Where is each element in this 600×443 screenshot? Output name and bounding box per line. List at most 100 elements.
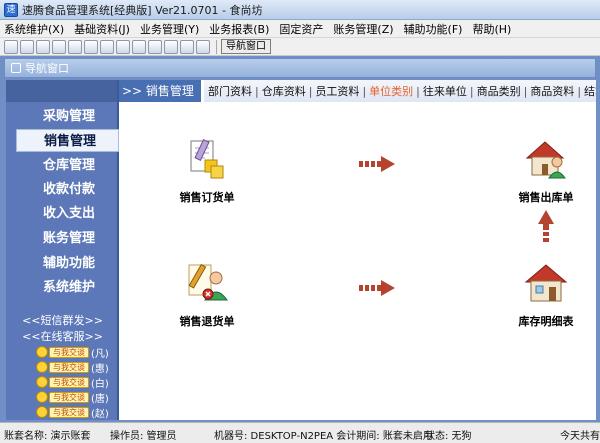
card-icon[interactable] (132, 39, 146, 54)
nav-item-auxiliary[interactable]: 辅助功能 (16, 252, 119, 275)
status-operator: 操作员: 管理员 (110, 431, 177, 442)
sales-order-icon (190, 139, 224, 179)
link-separator: | (362, 84, 367, 98)
section-title: >> 销售管理 (119, 80, 201, 102)
nav-item-purchase[interactable]: 采购管理 (16, 105, 119, 128)
qq-icon (36, 391, 48, 403)
subwindow-title-bar: 导航窗口 (4, 58, 596, 78)
nav-item-accounting[interactable]: 账务管理 (16, 227, 119, 250)
link-separator: | (577, 84, 582, 98)
sales-return-label: 销售退货单 (179, 315, 235, 328)
qq-icon (36, 346, 48, 358)
quick-links-bar: 部门资料 | 仓库资料 | 员工资料 | 单位类别 | 往来单位 | 商品类别 … (204, 80, 596, 102)
warehouse-icon (524, 264, 568, 302)
users-icon[interactable] (84, 39, 98, 54)
nav-item-warehouse[interactable]: 仓库管理 (16, 154, 119, 177)
nav-item-system[interactable]: 系统维护 (16, 276, 119, 299)
menu-accounting[interactable]: 账务管理(Z) (333, 21, 393, 37)
menu-business-reports[interactable]: 业务报表(B) (209, 21, 269, 37)
menu-basic-data[interactable]: 基础资料(J) (74, 21, 130, 37)
qq-icon (36, 376, 48, 388)
document-icon[interactable] (52, 39, 66, 54)
link-separator: | (469, 84, 474, 98)
link-separator: | (308, 84, 313, 98)
link-product-category[interactable]: 商品类别 (477, 83, 521, 99)
link-unit-category[interactable]: 单位类别 (369, 83, 413, 99)
chat-badge: 与我交谈 (49, 361, 89, 373)
link-warehouse[interactable]: 仓库资料 (262, 83, 306, 99)
nav-item-income-expense[interactable]: 收入支出 (16, 202, 119, 225)
window-icon (11, 63, 21, 73)
title-bar: 速 速腾食品管理系统[经典版] Ver21.0701 - 食尚坊 (0, 0, 600, 20)
online-service-link[interactable]: <<在线客服>> (6, 328, 119, 344)
menu-bar: 系统维护(X) 基础资料(J) 业务管理(Y) 业务报表(B) 固定资产 账务管… (0, 20, 600, 38)
sales-outbound-label: 销售出库单 (518, 191, 574, 204)
window-title: 速腾食品管理系统[经典版] Ver21.0701 - 食尚坊 (22, 3, 263, 17)
inventory-detail-function[interactable]: 库存明细表 (509, 262, 583, 329)
agent-name: (唐) (91, 393, 109, 405)
nav-header-strip (6, 80, 117, 102)
calculator-icon[interactable] (100, 39, 114, 54)
link-department[interactable]: 部门资料 (208, 83, 252, 99)
subwindow-title: 导航窗口 (25, 62, 69, 75)
link-product-data[interactable]: 商品资料 (530, 83, 574, 99)
status-bar: 账套名称: 演示账套 操作员: 管理员 机器号: DESKTOP-N2PEA 会… (0, 422, 600, 443)
sales-outbound-function[interactable]: 销售出库单 (509, 138, 583, 205)
nav-item-sales[interactable]: 销售管理 (16, 129, 119, 152)
menu-business-management[interactable]: 业务管理(Y) (140, 21, 199, 37)
inventory-detail-label: 库存明细表 (518, 315, 574, 328)
main-content: >> 销售管理 部门资料 | 仓库资料 | 员工资料 | 单位类别 | 往来单位… (119, 80, 596, 420)
window-icon[interactable] (36, 39, 50, 54)
service-agent-row[interactable]: 与我交谈 (惠) (36, 360, 109, 375)
sms-broadcast-link[interactable]: <<短信群发>> (6, 312, 119, 328)
link-settlement[interactable]: 结算方式 (584, 83, 596, 99)
list-icon[interactable] (20, 39, 34, 54)
service-agent-row[interactable]: 与我交谈 (白) (36, 375, 109, 390)
agent-name: (凡) (91, 348, 109, 360)
status-state: 状态: 无狗 (425, 431, 472, 442)
menu-auxiliary[interactable]: 辅助功能(F) (404, 21, 463, 37)
link-separator: | (255, 84, 259, 98)
edit-icon[interactable] (68, 39, 82, 54)
qq-icon (36, 406, 48, 418)
service-agent-row[interactable]: 与我交谈 (赵) (36, 405, 109, 420)
app-logo-icon: 速 (4, 2, 18, 17)
status-today: 今天共有 (560, 431, 600, 442)
section-header: >> 销售管理 部门资料 | 仓库资料 | 员工资料 | 单位类别 | 往来单位… (119, 80, 596, 102)
save-icon[interactable] (148, 39, 162, 54)
menu-system-maintenance[interactable]: 系统维护(X) (4, 21, 64, 37)
left-navigation: 采购管理 销售管理 仓库管理 收款付款 收入支出 账务管理 辅助功能 系统维护 … (6, 80, 119, 420)
exit-icon[interactable] (196, 39, 210, 54)
chat-badge: 与我交谈 (49, 391, 89, 403)
new-icon[interactable] (4, 39, 18, 54)
nav-item-payments[interactable]: 收款付款 (16, 178, 119, 201)
link-partner-units[interactable]: 往来单位 (423, 83, 467, 99)
chat-badge: 与我交谈 (49, 346, 89, 358)
sales-return-function[interactable]: 销售退货单 (167, 262, 247, 329)
menu-fixed-assets[interactable]: 固定资产 (279, 21, 323, 37)
folder-icon[interactable] (116, 39, 130, 54)
sales-return-icon (188, 263, 228, 301)
status-machine-period: 机器号: DESKTOP-N2PEA 会计期间: 账套未启用 (214, 431, 433, 442)
status-account: 账套名称: 演示账套 (4, 431, 91, 442)
arrow-right-icon (359, 156, 395, 172)
agent-name: (白) (91, 378, 109, 390)
link-separator: | (416, 84, 420, 98)
nav-window-button[interactable]: 导航窗口 (221, 39, 271, 54)
service-agent-row[interactable]: 与我交谈 (凡) (36, 345, 109, 360)
arrow-up-icon (538, 210, 554, 242)
qq-icon (36, 361, 48, 373)
sales-order-function[interactable]: 销售订货单 (167, 138, 247, 205)
menu-help[interactable]: 帮助(H) (472, 21, 511, 37)
service-agent-row[interactable]: 与我交谈 (唐) (36, 390, 109, 405)
help-icon[interactable] (180, 39, 194, 54)
print-icon[interactable] (164, 39, 178, 54)
sales-order-label: 销售订货单 (179, 191, 235, 204)
link-employee[interactable]: 员工资料 (315, 83, 359, 99)
house-user-icon (525, 141, 566, 179)
arrow-right-icon (359, 280, 395, 296)
toolbar: 导航窗口 (0, 38, 600, 56)
agent-name: (惠) (91, 363, 109, 375)
link-separator: | (523, 84, 528, 98)
chat-badge: 与我交谈 (49, 406, 89, 418)
